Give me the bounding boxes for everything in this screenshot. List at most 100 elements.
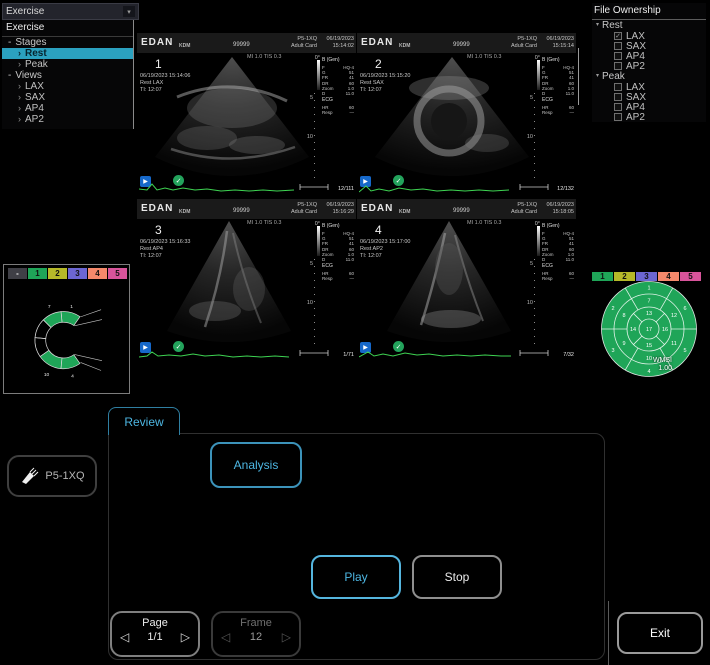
ownership-group-peak[interactable]: ▾Peak bbox=[592, 71, 706, 82]
ultrasound-image-2[interactable]: EDAN KDM 99999 P5-1XQAdult Card 06/19/20… bbox=[357, 33, 577, 199]
ownership-item-peak-ap4[interactable]: AP4 bbox=[592, 102, 706, 112]
play-button[interactable]: Play bbox=[311, 555, 401, 599]
page-next-icon[interactable]: ▷ bbox=[181, 630, 190, 644]
frame-prev-icon: ◁ bbox=[221, 630, 230, 644]
probe-button[interactable]: P5-1XQ bbox=[7, 455, 97, 497]
tree-item-peak[interactable]: ›Peak bbox=[2, 59, 133, 70]
bullseye-segment-2: 2 bbox=[611, 306, 614, 312]
protocol-dropdown-value: Exercise bbox=[6, 6, 44, 17]
grayscale-bar bbox=[537, 60, 540, 90]
score-swatch-4: 4 bbox=[658, 272, 679, 281]
mi-tis-readout: MI 1.0 TIS 0.3 bbox=[467, 54, 501, 60]
ecg-params: ECG HR60 Resp— bbox=[322, 97, 354, 115]
tree-group-views[interactable]: -Views bbox=[2, 70, 133, 81]
scale-bar bbox=[519, 349, 549, 357]
tree-item-rest[interactable]: ›Rest bbox=[2, 48, 133, 59]
frame-counter: 12/132 bbox=[557, 186, 574, 192]
checkbox-unchecked[interactable] bbox=[614, 52, 622, 60]
score-legend-right: 12345 bbox=[592, 272, 701, 281]
depth-ruler bbox=[534, 93, 535, 179]
probe-icon bbox=[19, 466, 39, 486]
tree-group-stages[interactable]: -Stages bbox=[2, 37, 133, 48]
tree-item-lax[interactable]: ›LAX bbox=[2, 81, 133, 92]
score-swatch-3: 3 bbox=[68, 268, 87, 279]
bullseye-segment-16: 16 bbox=[662, 327, 668, 333]
collapse-icon[interactable]: ▾ bbox=[596, 20, 599, 31]
ultrasound-fan bbox=[137, 53, 315, 179]
ownership-item-rest-sax[interactable]: SAX bbox=[592, 41, 706, 51]
checkbox-unchecked[interactable] bbox=[614, 103, 622, 111]
bullseye-segment-7: 7 bbox=[647, 299, 650, 305]
checkbox-checked[interactable]: ✓ bbox=[614, 32, 622, 40]
score-swatch-5: 5 bbox=[108, 268, 127, 279]
svg-text:7: 7 bbox=[48, 304, 51, 310]
score-legend-left: -12345 bbox=[8, 268, 127, 279]
ownership-item-rest-ap2[interactable]: AP2 bbox=[592, 61, 706, 71]
ecg-trace bbox=[139, 341, 297, 361]
checkbox-unchecked[interactable] bbox=[614, 42, 622, 50]
page-prev-icon[interactable]: ◁ bbox=[120, 630, 129, 644]
edan-logo: EDAN bbox=[361, 203, 393, 214]
tree-item-ap2[interactable]: ›AP2 bbox=[2, 114, 133, 125]
collapse-icon[interactable]: ▾ bbox=[596, 71, 599, 82]
ecg-params: ECG HR60 Resp— bbox=[542, 263, 574, 281]
panel-divider bbox=[578, 48, 579, 105]
ecg-trace bbox=[139, 175, 297, 195]
scale-bar bbox=[519, 183, 549, 191]
checkbox-unchecked[interactable] bbox=[614, 83, 622, 91]
page-stepper[interactable]: Page ◁ 1/1 ▷ bbox=[110, 611, 200, 657]
bullseye-segment-3: 3 bbox=[611, 348, 614, 354]
ultrasound-fan bbox=[357, 53, 535, 179]
image-header: EDAN KDM 99999 P5-1XQAdult Card 06/19/20… bbox=[137, 33, 356, 53]
score-swatch-5: 5 bbox=[680, 272, 701, 281]
chevron-down-icon: ▾ bbox=[123, 6, 135, 17]
exit-panel-divider bbox=[608, 601, 609, 665]
bullseye-segment-1: 1 bbox=[647, 286, 650, 292]
bullseye-segment-6: 6 bbox=[683, 306, 686, 312]
ecg-params: ECG HR60 Resp— bbox=[322, 263, 354, 281]
analysis-button[interactable]: Analysis bbox=[210, 442, 302, 488]
protocol-dropdown[interactable]: Exercise ▾ bbox=[2, 3, 139, 20]
ownership-item-peak-ap2[interactable]: AP2 bbox=[592, 112, 706, 122]
tree-item-sax[interactable]: ›SAX bbox=[2, 92, 133, 103]
tab-review[interactable]: Review bbox=[108, 407, 180, 435]
mi-tis-readout: MI 1.0 TIS 0.3 bbox=[247, 54, 281, 60]
depth-ruler bbox=[534, 259, 535, 345]
ultrasound-image-4[interactable]: EDAN KDM 99999 P5-1XQAdult Card 06/19/20… bbox=[357, 199, 577, 365]
ownership-group-rest[interactable]: ▾Rest bbox=[592, 20, 706, 31]
frame-next-icon: ▷ bbox=[282, 630, 291, 644]
ecg-params: ECG HR60 Resp— bbox=[542, 97, 574, 115]
grayscale-bar bbox=[317, 226, 320, 256]
edan-logo: EDAN bbox=[141, 203, 173, 214]
tree-item-ap4[interactable]: ›AP4 bbox=[2, 103, 133, 114]
image-index: 2 bbox=[375, 57, 382, 71]
checkbox-unchecked[interactable] bbox=[614, 113, 622, 121]
ecg-trace bbox=[359, 175, 517, 195]
page-label: Page bbox=[112, 617, 198, 629]
ownership-item-rest-lax[interactable]: ✓LAX bbox=[592, 31, 706, 41]
ultrasound-image-3[interactable]: EDAN KDM 99999 P5-1XQAdult Card 06/19/20… bbox=[137, 199, 357, 365]
depth-ruler bbox=[314, 93, 315, 179]
checkbox-unchecked[interactable] bbox=[614, 62, 622, 70]
ownership-item-rest-ap4[interactable]: AP4 bbox=[592, 51, 706, 61]
image-header: EDAN KDM 99999 P5-1XQAdult Card 06/19/20… bbox=[357, 33, 576, 53]
exercise-tree-panel: Exercise -Stages›Rest›Peak-Views›LAX›SAX… bbox=[2, 20, 134, 129]
image-header: EDAN KDM 99999 P5-1XQAdult Card 06/19/20… bbox=[357, 199, 576, 219]
score-swatch-1: 1 bbox=[28, 268, 47, 279]
frame-counter: 7/32 bbox=[563, 352, 574, 358]
b-mode-params: B (Gen)FHQ-4G51FR41DR60Zoom1.0D11.0 bbox=[542, 57, 574, 96]
ownership-item-peak-sax[interactable]: SAX bbox=[592, 92, 706, 102]
bullseye-segment-11: 11 bbox=[671, 341, 677, 347]
ownership-item-peak-lax[interactable]: LAX bbox=[592, 82, 706, 92]
frame-value: 12 bbox=[250, 631, 262, 643]
checkbox-unchecked[interactable] bbox=[614, 93, 622, 101]
edan-logo: EDAN bbox=[361, 37, 393, 48]
exit-button[interactable]: Exit bbox=[617, 612, 703, 654]
edan-logo: EDAN bbox=[141, 37, 173, 48]
score-swatch-1: 1 bbox=[592, 272, 613, 281]
stop-button[interactable]: Stop bbox=[412, 555, 502, 599]
frame-counter: 1/71 bbox=[343, 352, 354, 358]
frame-label: Frame bbox=[213, 617, 299, 629]
mi-tis-readout: MI 1.0 TIS 0.3 bbox=[247, 220, 281, 226]
ultrasound-image-1[interactable]: EDAN KDM 99999 P5-1XQAdult Card 06/19/20… bbox=[137, 33, 357, 199]
